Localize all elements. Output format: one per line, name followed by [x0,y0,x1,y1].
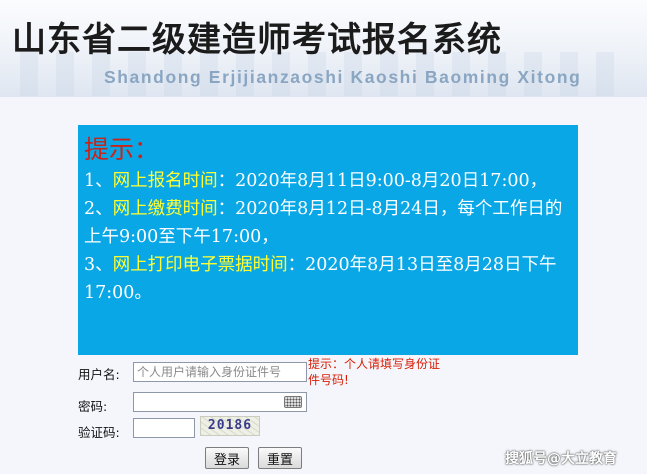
login-button[interactable]: 登录 [205,447,250,469]
username-input[interactable] [133,362,307,382]
login-form: 用户名: 提示：个人请填写身份证件号码! 密码: 验证码: [78,356,578,474]
captcha-label: 验证码: [78,425,120,440]
notice-item-1: 1、网上报名时间：2020年8月11日9:00-8月20日17:00， [84,171,548,191]
notice-panel: 提示： 1、网上报名时间：2020年8月11日9:00-8月20日17:00， … [78,125,578,355]
password-input[interactable] [133,392,307,412]
notice-item-2: 2、网上缴费时间：2020年8月12日-8月24日，每个工作日的上午9:00至下… [84,199,563,247]
notice-item-2-label: 网上缴费时间 [112,199,218,219]
password-label: 密码: [78,399,108,414]
username-hint: 提示：个人请填写身份证件号码! [308,357,441,387]
notice-item-1-label: 网上报名时间 [112,171,218,191]
site-title-cn: 山东省二级建造师考试报名系统 [12,20,502,60]
captcha-image[interactable]: 20186 [200,416,260,436]
notice-item-3-label: 网上打印电子票据时间 [112,255,288,275]
keyboard-icon[interactable] [284,396,302,408]
notice-heading: 提示： [84,135,160,164]
site-title-en: Shandong Erjijianzaoshi Kaoshi Baoming X… [104,67,582,87]
watermark-text: 搜狐号@大立教育 [505,451,617,467]
reset-button[interactable]: 重置 [258,447,303,469]
site-header: 山东省二级建造师考试报名系统 Shandong Erjijianzaoshi K… [0,0,647,97]
username-label: 用户名: [78,367,120,382]
captcha-input[interactable] [133,418,195,438]
notice-item-3: 3、网上打印电子票据时间：2020年8月13日至8月28日下午17:00。 [84,255,557,303]
